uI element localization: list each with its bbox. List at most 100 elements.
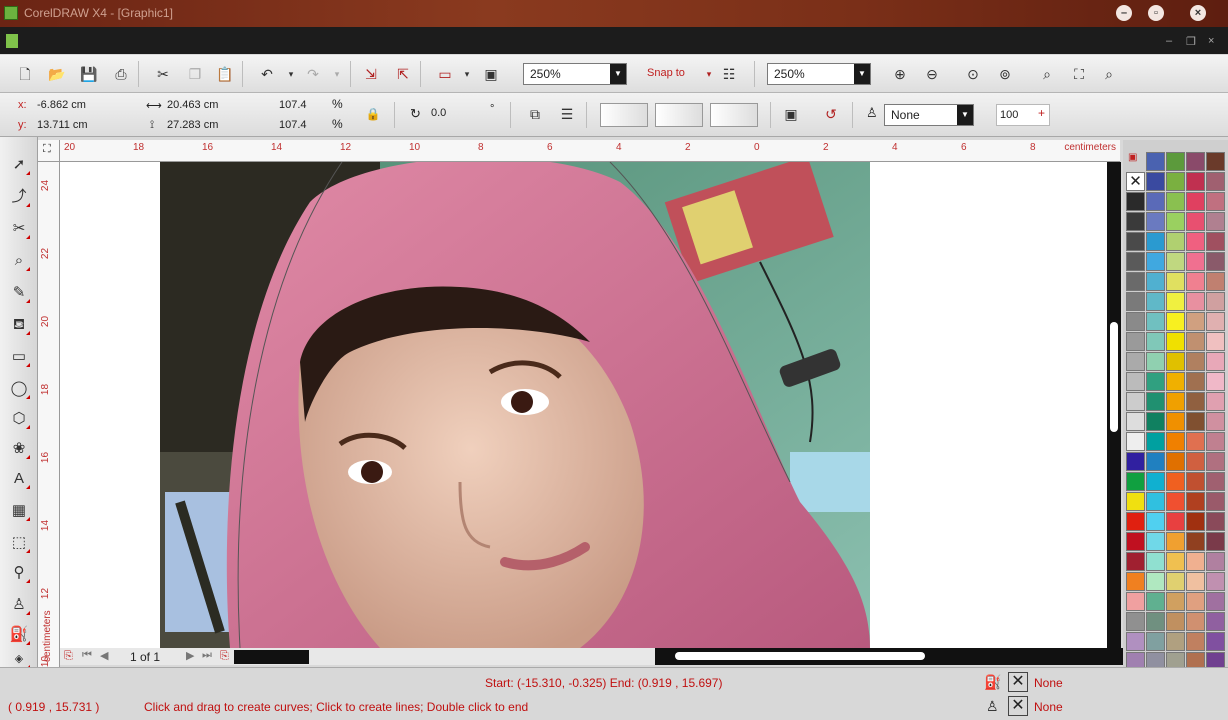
table-tool-icon[interactable]: ▦ [7, 499, 31, 523]
chevron-down-icon[interactable]: ▼ [854, 64, 870, 84]
color-swatch[interactable] [1126, 472, 1145, 491]
import-icon[interactable]: ⇲ [360, 63, 382, 85]
page-tab[interactable] [234, 650, 309, 664]
color-swatch[interactable] [1126, 192, 1145, 211]
basic-shapes-tool-icon[interactable]: ❀ [7, 437, 31, 461]
ruler-origin-icon[interactable]: ⛶ [38, 140, 60, 162]
crop-tool-icon[interactable]: ✂ [7, 217, 31, 241]
color-swatch[interactable] [1206, 412, 1225, 431]
color-swatch[interactable] [1146, 232, 1165, 251]
zoom-in-icon[interactable]: ⊕ [889, 63, 911, 85]
rotation-angle-field[interactable]: 0.0 [428, 105, 482, 123]
color-swatch[interactable] [1166, 512, 1185, 531]
color-swatch[interactable] [1166, 332, 1185, 351]
color-swatch[interactable] [1166, 492, 1185, 511]
color-swatch[interactable] [1206, 532, 1225, 551]
color-swatch[interactable] [1146, 472, 1165, 491]
color-swatch[interactable] [1206, 452, 1225, 471]
color-swatch[interactable] [1186, 632, 1205, 651]
color-swatch[interactable] [1166, 232, 1185, 251]
color-swatch[interactable] [1206, 432, 1225, 451]
horizontal-ruler[interactable]: 20 18 16 14 12 10 8 6 4 2 0 2 4 6 8 centimeters [60, 140, 1120, 162]
color-swatch[interactable] [1126, 292, 1145, 311]
chevron-down-icon[interactable]: ▼ [610, 64, 626, 84]
mirror-horizontal-icon[interactable]: ⧉ [524, 103, 546, 125]
copy-icon[interactable]: ❐ [184, 63, 206, 85]
color-swatch[interactable] [1186, 372, 1205, 391]
color-swatch[interactable] [1186, 412, 1205, 431]
pick-tool-icon[interactable]: ➚ [7, 153, 31, 177]
add-page-after-icon[interactable]: ⎘ [220, 650, 229, 663]
color-swatch[interactable] [1206, 372, 1225, 391]
color-swatch[interactable] [1166, 292, 1185, 311]
shape-tool-icon[interactable]: ⤴ [7, 185, 31, 209]
color-swatch[interactable] [1126, 232, 1145, 251]
color-swatch[interactable] [1206, 232, 1225, 251]
minimize-icon[interactable]: – [1116, 5, 1132, 21]
zoom-to-page-icon[interactable]: ⌕ [1036, 63, 1058, 85]
undo-dropdown-icon[interactable]: ▾ [280, 63, 302, 85]
color-swatch[interactable] [1206, 572, 1225, 591]
color-swatch[interactable] [1186, 252, 1205, 271]
color-swatch[interactable] [1186, 212, 1205, 231]
color-swatch[interactable] [1146, 452, 1165, 471]
start-arrow-selector[interactable] [600, 103, 648, 127]
color-swatch[interactable] [1186, 292, 1205, 311]
fill-none-swatch-icon[interactable]: ✕ [1008, 672, 1028, 692]
outline-style-selector[interactable] [655, 103, 703, 127]
palette-menu-icon[interactable]: ▣ [1128, 152, 1142, 164]
freehand-tool-icon[interactable]: ✎ [7, 281, 31, 305]
color-swatch[interactable] [1186, 332, 1205, 351]
color-swatch[interactable] [1126, 492, 1145, 511]
scale-height-field[interactable]: 107.4 [276, 117, 320, 135]
chevron-down-icon[interactable]: ▼ [957, 105, 973, 125]
color-swatch[interactable] [1126, 252, 1145, 271]
previous-page-icon[interactable]: ◀ [100, 649, 108, 662]
options-icon[interactable]: ☷ [718, 63, 740, 85]
color-swatch[interactable] [1186, 232, 1205, 251]
snap-dropdown-icon[interactable]: ▾ [698, 63, 720, 85]
color-swatch[interactable] [1206, 492, 1225, 511]
save-icon[interactable]: 💾 [78, 63, 100, 85]
color-swatch[interactable] [1186, 312, 1205, 331]
x-position-field[interactable]: -6.862 cm [34, 97, 122, 115]
color-swatch[interactable] [1146, 572, 1165, 591]
color-swatch[interactable] [1126, 392, 1145, 411]
color-swatch[interactable] [1186, 352, 1205, 371]
outline-tool-icon[interactable]: ♙ [7, 593, 31, 617]
color-swatch[interactable] [1126, 212, 1145, 231]
color-swatch[interactable] [1206, 192, 1225, 211]
color-swatch[interactable] [1206, 272, 1225, 291]
color-swatch[interactable] [1206, 552, 1225, 571]
add-page-before-icon[interactable]: ⎘ [64, 650, 73, 663]
color-swatch[interactable] [1166, 372, 1185, 391]
color-swatch[interactable] [1186, 572, 1205, 591]
color-swatch[interactable] [1186, 552, 1205, 571]
zoom-tool-icon[interactable]: ⌕ [7, 249, 31, 273]
color-swatch[interactable] [1146, 352, 1165, 371]
new-document-icon[interactable]: 🗋 [14, 63, 36, 85]
color-swatch[interactable] [1206, 632, 1225, 651]
bitmap-photo[interactable] [160, 162, 870, 648]
color-swatch[interactable] [1166, 532, 1185, 551]
smoothing-slider-icon[interactable]: + [1038, 106, 1045, 120]
color-swatch[interactable] [1186, 432, 1205, 451]
color-swatch[interactable] [1126, 512, 1145, 531]
color-swatch[interactable] [1126, 592, 1145, 611]
color-swatch[interactable] [1146, 372, 1165, 391]
color-swatch[interactable] [1206, 152, 1225, 171]
mirror-vertical-icon[interactable]: ☰ [556, 103, 578, 125]
color-swatch[interactable] [1146, 592, 1165, 611]
color-swatch[interactable] [1166, 392, 1185, 411]
color-swatch[interactable] [1126, 572, 1145, 591]
color-swatch[interactable] [1166, 592, 1185, 611]
color-swatch[interactable] [1186, 272, 1205, 291]
color-swatch[interactable] [1146, 512, 1165, 531]
object-height-field[interactable]: 27.283 cm [164, 117, 252, 135]
zoom-to-page-width-icon[interactable]: ⛶ [1068, 63, 1090, 85]
vertical-scroll-thumb[interactable] [1110, 322, 1118, 432]
color-swatch[interactable] [1186, 512, 1205, 531]
color-swatch[interactable] [1186, 172, 1205, 191]
last-page-icon[interactable]: ⏭ [202, 649, 212, 662]
color-swatch[interactable] [1126, 352, 1145, 371]
